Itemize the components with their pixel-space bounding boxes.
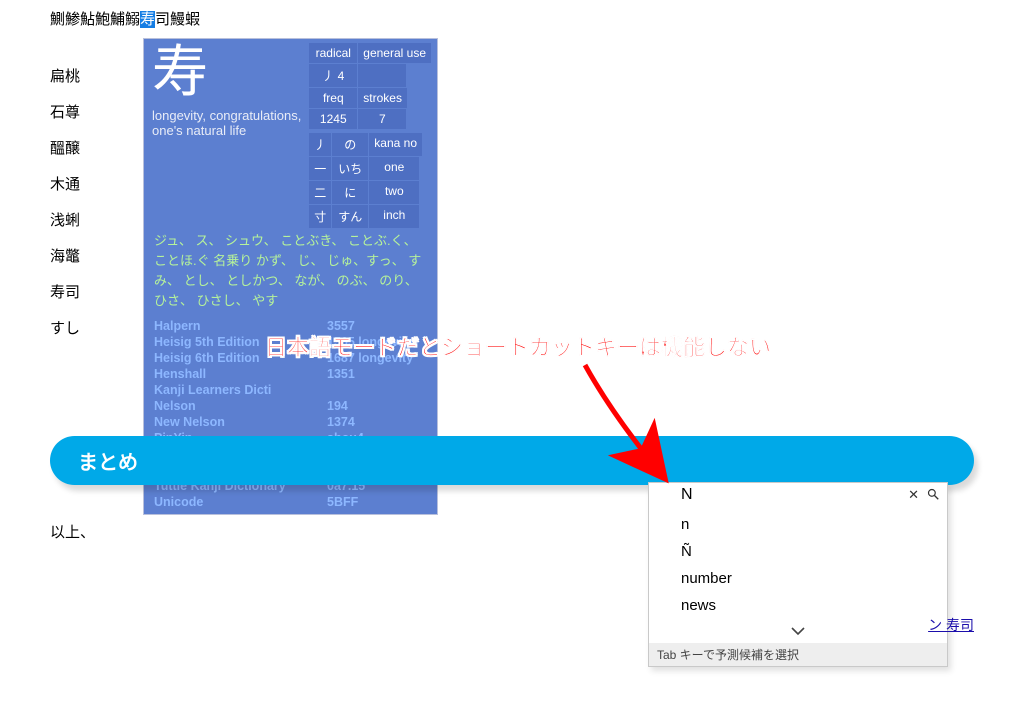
list-item: 石尊 [50,101,80,122]
kanji-readings: ジュ、 ス、 シュウ、 ことぶき、 ことぶ.く、 ことほ.ぐ 名乗り かず、 じ… [144,228,437,318]
list-item: 浅蜊 [50,209,80,230]
ime-hint: Tab キーで予測候補を選択 [649,643,947,666]
search-icon[interactable] [927,488,939,503]
stat-value [358,64,406,87]
list-item: すし [50,317,80,338]
stat-value: 1245 [309,109,357,129]
ime-candidate[interactable]: Ñ [649,538,947,565]
list-item: 海鼈 [50,245,80,266]
kanji-glyph: 寿 [152,43,309,108]
close-icon[interactable]: ✕ [908,487,919,503]
ime-candidate[interactable]: n [649,511,947,538]
section-heading-banner: まとめ [50,436,974,485]
stat-label: strokes [358,88,407,108]
stat-label: general use [358,43,431,63]
word-list: 扁桃 石尊 醞醸 木通 浅蜊 海鼈 寿司 すし [50,65,80,353]
list-item: 木通 [50,173,80,194]
arrow-icon [575,355,695,485]
ime-candidate[interactable]: news [649,592,947,619]
body-text: 以上、 [50,521,95,542]
stat-label: radical [309,43,357,63]
highlighted-kanji[interactable]: 寿 [140,11,155,28]
ime-candidate-window[interactable]: N ✕ n Ñ number news Tab キーで予測候補を選択 [648,482,948,667]
kanji-stats-grid: radical general use 丿 4 freq strokes 124… [309,43,431,129]
ime-candidate[interactable]: number [649,565,947,592]
text-before: 鰂鯵鮎鮑鯆鰯 [50,11,140,28]
ime-candidate-list: n Ñ number news [649,511,947,621]
kanji-components: 丿のkana no 一いちone 二にtwo 寸すんinch [309,133,431,228]
stat-value: 丿 4 [309,64,357,87]
list-item: 寿司 [50,281,80,302]
chevron-down-icon[interactable] [649,621,947,643]
sushi-link[interactable]: ン 寿司 [928,615,974,635]
list-item: 醞醸 [50,137,80,158]
ime-current-input: N [681,486,693,504]
list-item: 扁桃 [50,65,80,86]
text-after: 司鰻蝦 [155,11,200,28]
kanji-meaning: longevity, congratulations, one's natura… [152,108,309,138]
page-text-line: 鰂鯵鮎鮑鯆鰯寿司鰻蝦 [50,8,200,29]
annotation-text: 日本語モードだとショートカットキーは機能しない [265,330,771,362]
stat-value: 7 [358,109,406,129]
stat-label: freq [309,88,357,108]
